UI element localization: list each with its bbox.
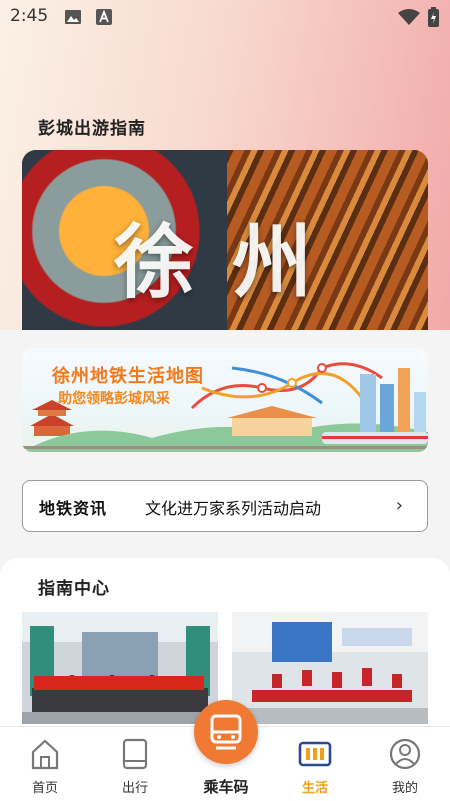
guide-center-title-plain: 指南 <box>38 579 74 599</box>
text-notification-icon <box>96 9 112 29</box>
chevron-right-icon[interactable]: › <box>396 495 403 516</box>
travel-guide-title-plain: 彭城出游 <box>38 119 110 139</box>
ride-code-button[interactable] <box>194 700 258 764</box>
tab-profile-label: 我的 <box>391 781 418 796</box>
metro-news-label: 地铁资讯 <box>39 495 107 519</box>
life-icon <box>298 741 332 767</box>
status-bar: 2:45 <box>0 0 450 34</box>
tab-travel-label: 出行 <box>121 781 148 796</box>
travel-guide-title: 彭城出游指南 <box>38 114 146 139</box>
tab-profile[interactable]: 我的 <box>370 727 440 801</box>
tab-home-label: 首页 <box>31 781 58 796</box>
event-group-photo-2 <box>232 612 428 724</box>
battery-charging-icon <box>428 7 439 31</box>
tab-life[interactable]: 生活 <box>280 727 350 801</box>
event-group-photo-1 <box>22 612 218 724</box>
travel-guide-title-highlight: 指南 <box>110 119 146 139</box>
tab-home[interactable]: 首页 <box>10 727 80 801</box>
banner-illustration <box>22 362 428 452</box>
guide-center-title-highlight: 中心 <box>74 579 110 599</box>
guide-center-title: 指南中心 <box>38 574 110 599</box>
guide-card-photo-2[interactable] <box>232 612 428 724</box>
tab-life-label: 生活 <box>301 781 328 796</box>
tab-travel[interactable]: 出行 <box>100 727 170 801</box>
home-icon <box>31 739 59 770</box>
hero-calligraphy-xu: 徐 <box>114 215 194 309</box>
gallery-notification-icon <box>64 9 82 29</box>
guide-card-photo-1[interactable] <box>22 612 218 724</box>
travel-guide-hero-image[interactable]: 徐 州 <box>22 150 428 330</box>
train-qr-icon <box>210 714 242 750</box>
tablet-icon <box>122 738 148 770</box>
profile-icon <box>389 738 421 770</box>
hero-calligraphy-zhou: 州 <box>232 215 312 309</box>
metro-news-headline: 文化进万家系列活动启动 <box>145 499 322 518</box>
ride-code-label: 乘车码 <box>203 778 249 796</box>
metro-life-map-banner[interactable]: 徐州地铁生活地图 助您领略彭城风采 <box>22 348 428 452</box>
wifi-icon <box>398 9 420 29</box>
status-time: 2:45 <box>10 6 49 26</box>
metro-news-label-plain: 地铁资讯 <box>39 499 108 518</box>
metro-news-ticker[interactable]: 地铁资讯 文化进万家系列活动启动 › <box>22 480 428 532</box>
